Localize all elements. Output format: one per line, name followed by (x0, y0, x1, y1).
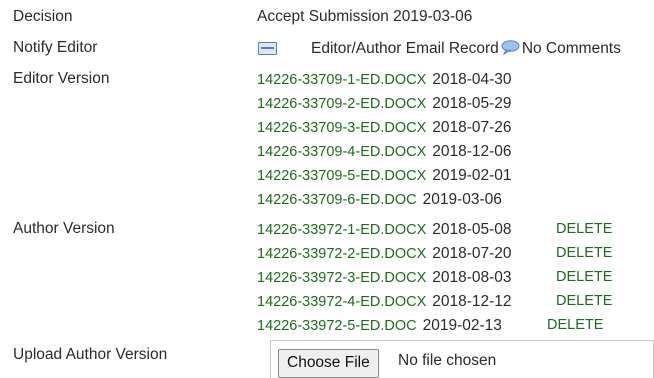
editor-file-date: 2018-12-06 (432, 143, 512, 160)
author-version-row: 14226-33972-3-ED.DOCX 2018-08-03 (257, 269, 512, 287)
editor-file-date: 2018-07-26 (432, 119, 512, 136)
editor-version-row: 14226-33709-2-ED.DOCX 2018-05-29 (257, 95, 512, 113)
author-file-date: 2019-02-13 (422, 317, 502, 334)
delete-button[interactable]: DELETE (556, 293, 612, 309)
author-file-link[interactable]: 14226-33972-1-ED.DOCX (257, 222, 426, 238)
editor-file-date: 2018-05-29 (432, 95, 512, 112)
editor-file-link[interactable]: 14226-33709-5-ED.DOCX (257, 168, 426, 184)
editor-file-link[interactable]: 14226-33709-6-ED.DOC (257, 192, 417, 208)
author-file-link[interactable]: 14226-33972-3-ED.DOCX (257, 270, 426, 286)
decision-value: Accept Submission 2019-03-06 (257, 8, 473, 25)
editor-version-row: 14226-33709-1-ED.DOCX 2018-04-30 (257, 71, 512, 89)
editor-file-date: 2019-03-06 (422, 191, 502, 208)
file-status-text: No file chosen (398, 352, 497, 369)
author-version-row: 14226-33972-2-ED.DOCX 2018-07-20 (257, 245, 512, 263)
author-file-date: 2018-08-03 (432, 269, 512, 286)
editor-file-link[interactable]: 14226-33709-1-ED.DOCX (257, 72, 426, 88)
author-file-date: 2018-12-12 (432, 293, 512, 310)
delete-button[interactable]: DELETE (556, 245, 612, 261)
author-file-link[interactable]: 14226-33972-4-ED.DOCX (257, 294, 426, 310)
delete-button[interactable]: DELETE (556, 221, 612, 237)
editor-file-link[interactable]: 14226-33709-3-ED.DOCX (257, 120, 426, 136)
envelope-icon[interactable] (258, 42, 277, 55)
author-version-row: 14226-33972-4-ED.DOCX 2018-12-12 (257, 293, 512, 311)
notify-row: Editor/Author Email Record No Comments (311, 40, 621, 58)
editor-version-row: 14226-33709-3-ED.DOCX 2018-07-26 (257, 119, 512, 137)
file-upload-field: Choose File No file chosen (270, 340, 654, 378)
email-record-link[interactable]: Editor/Author Email Record (311, 40, 499, 57)
delete-button[interactable]: DELETE (547, 317, 603, 333)
author-version-row: 14226-33972-5-ED.DOC 2019-02-13 (257, 317, 502, 335)
upload-author-version-label: Upload Author Version (13, 346, 168, 363)
notify-editor-label: Notify Editor (13, 39, 98, 56)
editor-version-label: Editor Version (13, 70, 110, 87)
editor-file-link[interactable]: 14226-33709-2-ED.DOCX (257, 96, 426, 112)
author-file-date: 2018-07-20 (432, 245, 512, 262)
editor-file-date: 2018-04-30 (432, 71, 512, 88)
editor-version-row: 14226-33709-4-ED.DOCX 2018-12-06 (257, 143, 512, 161)
author-version-label: Author Version (13, 220, 115, 237)
editor-version-row: 14226-33709-5-ED.DOCX 2019-02-01 (257, 167, 512, 185)
author-file-date: 2018-05-08 (432, 221, 512, 238)
decision-label: Decision (13, 8, 73, 25)
no-comments-text: No Comments (521, 40, 621, 57)
editor-file-link[interactable]: 14226-33709-4-ED.DOCX (257, 144, 426, 160)
delete-button[interactable]: DELETE (556, 269, 612, 285)
author-file-link[interactable]: 14226-33972-2-ED.DOCX (257, 246, 426, 262)
choose-file-button[interactable]: Choose File (278, 349, 379, 378)
editor-version-row: 14226-33709-6-ED.DOC 2019-03-06 (257, 191, 502, 209)
editor-file-date: 2019-02-01 (432, 167, 512, 184)
comment-bubble-icon[interactable] (501, 40, 520, 55)
author-version-row: 14226-33972-1-ED.DOCX 2018-05-08 (257, 221, 512, 239)
author-file-link[interactable]: 14226-33972-5-ED.DOC (257, 318, 417, 334)
